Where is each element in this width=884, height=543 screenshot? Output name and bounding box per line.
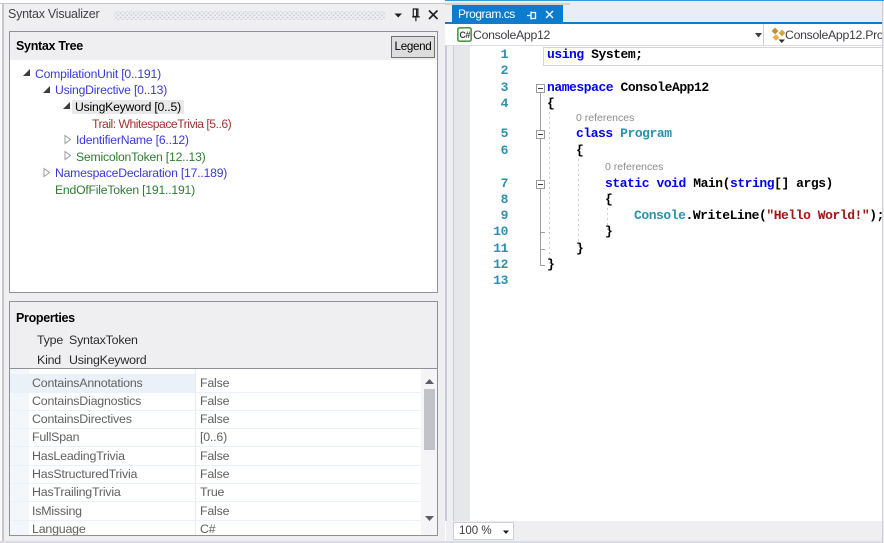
svg-text:C#: C# [459,30,470,40]
